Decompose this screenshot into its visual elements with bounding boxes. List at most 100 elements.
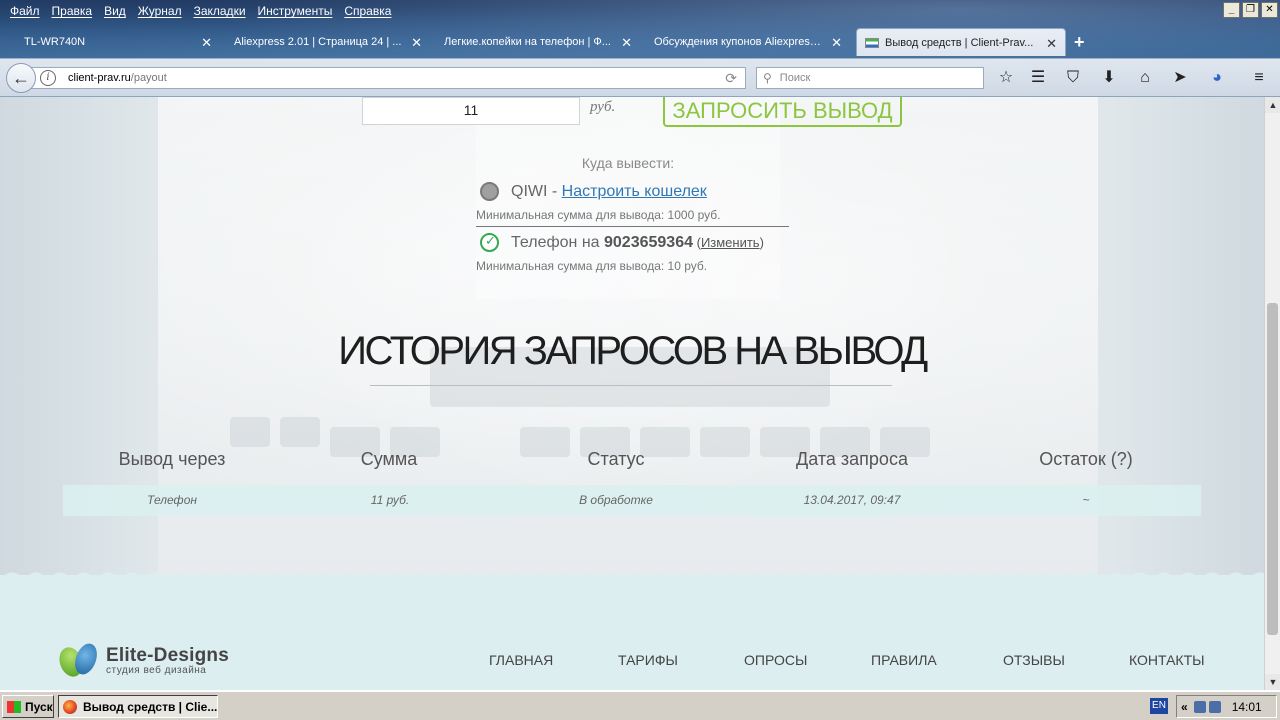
browser-chrome: Файл Правка Вид Журнал Закладки Инструме… [0, 0, 1280, 97]
change-phone-link[interactable]: Изменить [701, 235, 760, 250]
menu-view[interactable]: Вид [98, 0, 132, 22]
firefox-icon [63, 699, 77, 714]
back-button[interactable]: ← [6, 63, 36, 93]
radio-unselected-icon[interactable] [480, 182, 499, 201]
min-sum-qiwi: Минимальная сумма для вывода: 1000 руб. [476, 208, 721, 222]
table-header-row: Вывод через Сумма Статус Дата запроса Ос… [63, 449, 1201, 485]
payout-option-qiwi[interactable]: QIWI - Настроить кошелек [480, 182, 707, 201]
page-info-icon[interactable]: i [40, 70, 56, 86]
tab-coupons[interactable]: Обсуждения купонов Aliexpress ... ✕ [640, 28, 850, 56]
search-placeholder: Поиск [779, 72, 811, 84]
reading-list-icon[interactable]: ☰ [1028, 68, 1048, 88]
menu-history[interactable]: Журнал [132, 0, 188, 22]
close-tab-icon[interactable]: ✕ [831, 35, 842, 51]
footer-nav-contacts[interactable]: КОНТАКТЫ [1129, 652, 1205, 668]
back-arrow-icon: ← [12, 68, 30, 88]
option-name: QIWI [511, 182, 548, 200]
menu-help[interactable]: Справка [338, 0, 397, 22]
site-favicon-icon [865, 37, 879, 48]
address-bar[interactable]: i client-prav.ru/payout ⟳ [30, 67, 746, 89]
menu-edit[interactable]: Правка [46, 0, 99, 22]
change-open-paren: ( [692, 234, 701, 250]
menu-tools[interactable]: Инструменты [252, 0, 339, 22]
footer-nav-rules[interactable]: ПРАВИЛА [871, 652, 937, 668]
tab-title: Aliexpress 2.01 | Страница 24 | ... [234, 36, 402, 48]
footer-nav-polls[interactable]: ОПРОСЫ [744, 652, 807, 668]
vertical-scrollbar[interactable]: ▲ ▼ [1264, 97, 1280, 690]
amount-input[interactable]: 11 [362, 97, 580, 125]
change-close-paren: ) [759, 234, 764, 250]
close-tab-icon[interactable]: ✕ [411, 35, 422, 51]
tab-tl-wr740n[interactable]: TL-WR740N ✕ [10, 28, 220, 56]
reload-icon[interactable]: ⟳ [725, 70, 737, 87]
start-button[interactable]: Пуск [2, 695, 54, 718]
close-tab-icon[interactable]: ✕ [1046, 36, 1057, 52]
navigation-bar: i client-prav.ru/payout ⟳ ← ⚲ Поиск ☆ ☰ … [0, 58, 1280, 97]
radio-selected-check-icon[interactable] [480, 233, 499, 252]
page-viewport: 11 руб. ЗАПРОСИТЬ ВЫВОД Куда вывести: QI… [0, 97, 1264, 690]
tab-title: Вывод средств | Client-Prav... [885, 36, 1034, 49]
system-tray: « 14:01 [1176, 695, 1277, 718]
restore-icon[interactable]: ❐ [1242, 2, 1259, 18]
taskbar-firefox-window[interactable]: Вывод средств | Clie... [58, 695, 218, 718]
close-window-icon[interactable]: ✕ [1261, 2, 1278, 18]
option-label: QIWI - Настроить кошелек [511, 183, 707, 201]
scroll-down-icon[interactable]: ▼ [1265, 674, 1280, 690]
tab-title: Обсуждения купонов Aliexpress ... [654, 36, 826, 48]
col-balance: Остаток (?) [1039, 449, 1133, 469]
min-sum-phone: Минимальная сумма для вывода: 10 руб. [476, 259, 708, 273]
footer: Elite-Designs студия веб дизайна ГЛАВНАЯ… [0, 569, 1264, 690]
menu-file[interactable]: Файл [4, 0, 46, 22]
search-input[interactable]: ⚲ Поиск [756, 67, 984, 89]
footer-nav-home[interactable]: ГЛАВНАЯ [489, 652, 553, 668]
tab-kopeiki[interactable]: Легкие.копейки на телефон | Ф... ✕ [430, 28, 640, 56]
scroll-thumb[interactable] [1267, 303, 1278, 635]
tab-title: TL-WR740N [24, 36, 86, 48]
new-tab-icon[interactable]: + [1074, 32, 1085, 53]
close-tab-icon[interactable]: ✕ [621, 35, 632, 51]
volume-icon[interactable] [1193, 700, 1206, 713]
col-method: Вывод через [118, 449, 226, 469]
footer-nav-reviews[interactable]: ОТЗЫВЫ [1003, 652, 1065, 668]
cell-balance: ~ [1082, 493, 1090, 507]
close-tab-icon[interactable]: ✕ [201, 35, 212, 51]
tab-aliexpress[interactable]: Aliexpress 2.01 | Страница 24 | ... ✕ [220, 28, 430, 56]
request-payout-button[interactable]: ЗАПРОСИТЬ ВЫВОД [663, 97, 902, 127]
col-date: Дата запроса [796, 449, 908, 469]
option-divider [476, 226, 789, 227]
search-icon: ⚲ [763, 71, 772, 85]
tab-payout[interactable]: Вывод средств | Client-Prav... ✕ [856, 28, 1066, 56]
minimize-icon[interactable]: _ [1223, 2, 1240, 18]
elite-designs-logo[interactable]: Elite-Designs студия веб дизайна [55, 640, 229, 680]
star-icon[interactable]: ☆ [996, 68, 1016, 88]
network-icon[interactable] [1208, 700, 1221, 713]
hamburger-menu-icon[interactable]: ≡ [1249, 68, 1269, 88]
send-icon[interactable]: ➤ [1170, 68, 1190, 88]
phone-number: 9023659364 [604, 233, 693, 251]
scroll-up-icon[interactable]: ▲ [1265, 97, 1280, 113]
home-icon[interactable]: ⌂ [1135, 68, 1155, 88]
extension-icon[interactable]: ◕ [1207, 68, 1227, 88]
footer-wave [0, 569, 1264, 583]
history-title: ИСТОРИЯ ЗАПРОСОВ НА ВЫВОД [338, 329, 928, 373]
col-amount: Сумма [360, 449, 418, 469]
clock: 14:01 [1231, 699, 1262, 714]
cell-method: Телефон [147, 493, 197, 507]
cell-amount: 11 руб. [370, 493, 410, 507]
history-table: Вывод через Сумма Статус Дата запроса Ос… [63, 449, 1201, 516]
col-status: Статус [587, 449, 645, 469]
tray-expand-icon[interactable]: « [1181, 700, 1188, 714]
setup-wallet-link[interactable]: Настроить кошелек [562, 183, 707, 200]
address-url: client-prav.ru/payout [68, 72, 167, 84]
tab-strip: TL-WR740N ✕ Aliexpress 2.01 | Страница 2… [0, 28, 1280, 58]
footer-nav-tariffs[interactable]: ТАРИФЫ [618, 652, 678, 668]
start-label: Пуск [25, 699, 53, 714]
option-separator: - [547, 182, 562, 200]
language-indicator[interactable]: EN [1150, 698, 1168, 714]
cell-date: 13.04.2017, 09:47 [803, 493, 901, 507]
logo-mark-icon [55, 640, 102, 680]
menu-bookmarks[interactable]: Закладки [188, 0, 252, 22]
payout-option-phone[interactable]: Телефон на 9023659364 (Изменить) [480, 233, 764, 252]
pocket-icon[interactable]: ⛉ [1063, 68, 1083, 88]
download-icon[interactable]: ⬇ [1099, 68, 1119, 88]
